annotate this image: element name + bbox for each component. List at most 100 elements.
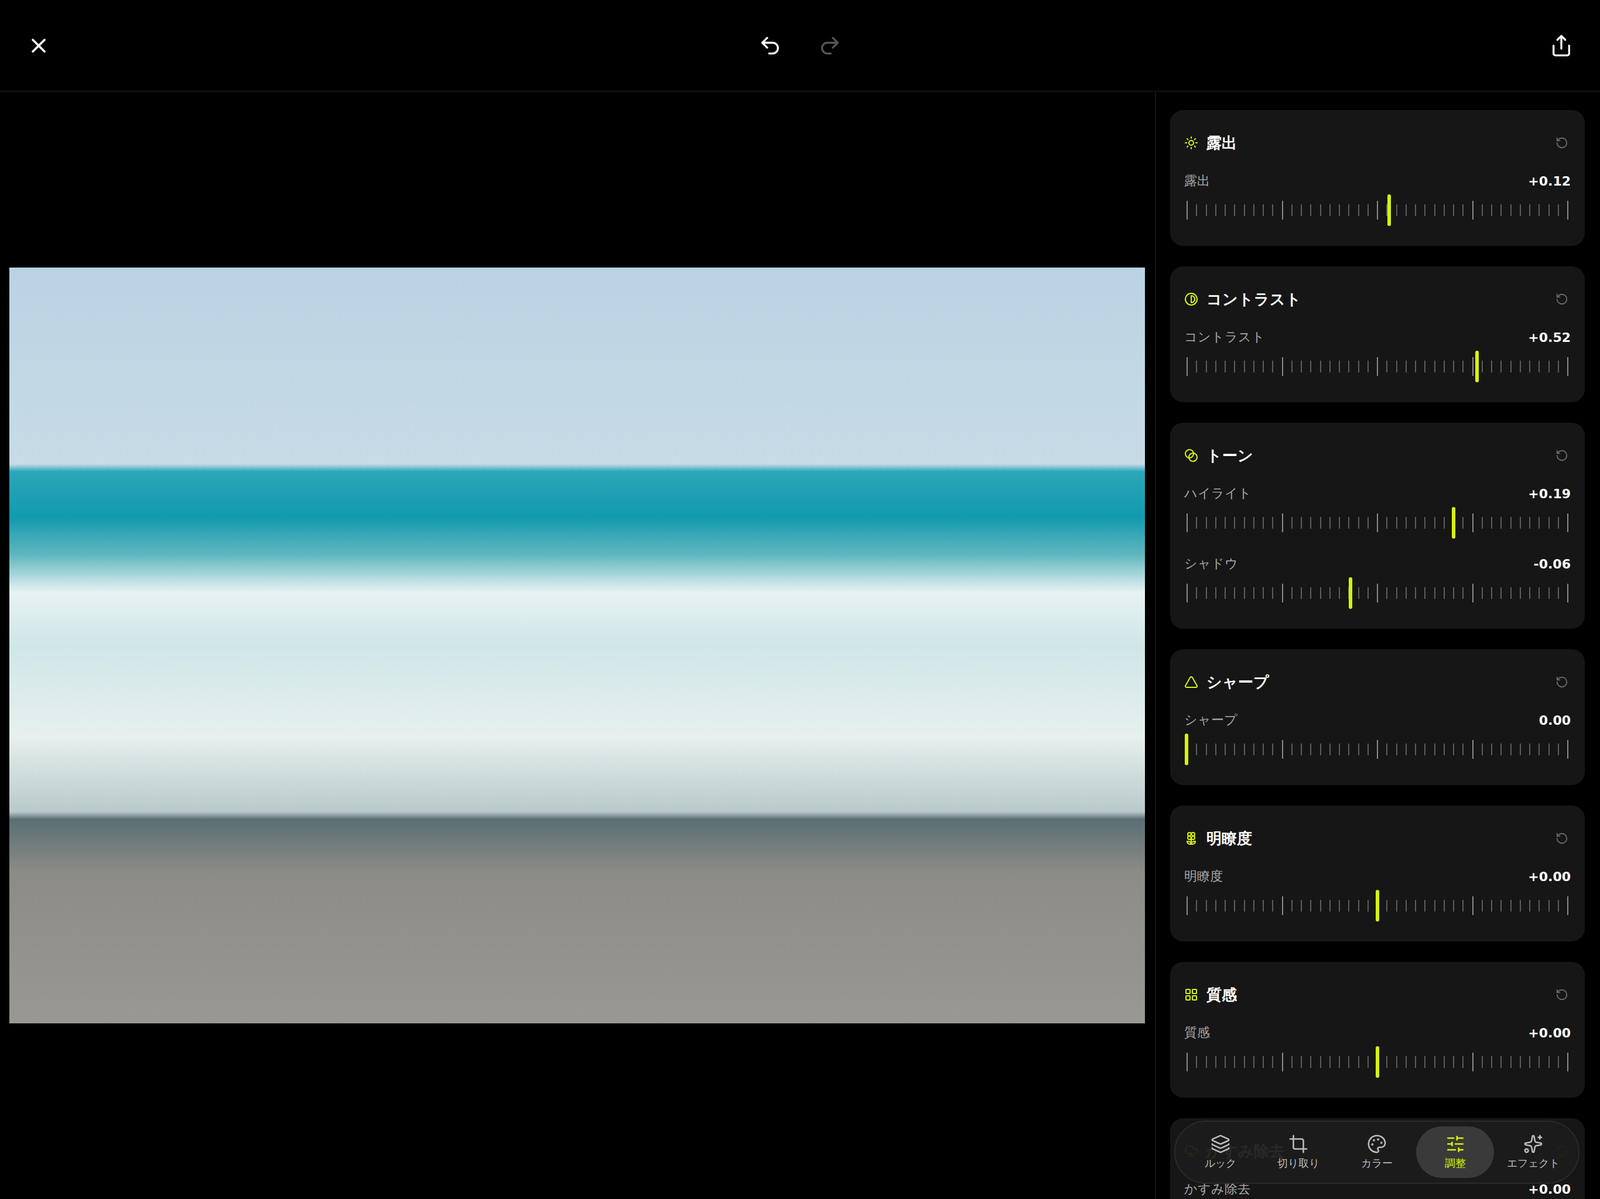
reset-icon xyxy=(1555,988,1569,1002)
tick xyxy=(1386,743,1388,756)
adjust-card: コントラストコントラスト+0.52 xyxy=(1170,266,1585,403)
slider-thumb[interactable] xyxy=(1375,1046,1380,1079)
close-button[interactable] xyxy=(23,30,54,61)
tick xyxy=(1424,743,1426,756)
tick xyxy=(1500,204,1502,217)
slider: コントラスト+0.52 xyxy=(1184,328,1571,383)
tick xyxy=(1320,204,1322,217)
slider-track[interactable] xyxy=(1186,507,1569,539)
tick xyxy=(1215,900,1217,912)
tick xyxy=(1443,900,1445,912)
tick xyxy=(1243,900,1246,912)
reset-button[interactable] xyxy=(1553,829,1571,848)
tick xyxy=(1262,204,1264,217)
tick xyxy=(1567,357,1569,376)
slider-thumb[interactable] xyxy=(1451,507,1456,539)
tick xyxy=(1358,900,1360,912)
tab[interactable]: 切り取り xyxy=(1259,1126,1339,1179)
tick xyxy=(1338,900,1340,912)
tick xyxy=(1510,900,1512,912)
tick xyxy=(1414,360,1417,373)
tick xyxy=(1510,360,1512,373)
tick xyxy=(1300,517,1302,529)
slider-value: +0.00 xyxy=(1527,1026,1571,1041)
tick xyxy=(1529,204,1531,217)
tick xyxy=(1272,204,1274,217)
tick xyxy=(1233,587,1236,600)
tab[interactable]: エフェクト xyxy=(1493,1126,1573,1179)
tab[interactable]: 調整 xyxy=(1416,1126,1495,1179)
tick xyxy=(1281,200,1284,220)
reset-button[interactable] xyxy=(1553,986,1571,1004)
tick xyxy=(1300,1056,1302,1069)
tick xyxy=(1376,740,1379,760)
tick xyxy=(1500,743,1502,756)
tick xyxy=(1281,896,1284,916)
tab[interactable]: カラー xyxy=(1337,1126,1417,1179)
tick xyxy=(1434,360,1436,373)
tick xyxy=(1548,204,1550,217)
card-header: 明瞭度 xyxy=(1184,825,1571,852)
share-button[interactable] xyxy=(1546,30,1577,61)
tick xyxy=(1557,204,1560,217)
slider-label: ハイライト xyxy=(1184,484,1252,503)
tick xyxy=(1281,513,1284,533)
tick xyxy=(1557,517,1560,529)
tick xyxy=(1376,200,1379,220)
reset-button[interactable] xyxy=(1553,446,1571,465)
slider: 露出+0.12 xyxy=(1184,172,1571,227)
tick xyxy=(1491,743,1493,756)
tick xyxy=(1205,900,1208,912)
layers-icon xyxy=(1210,1134,1231,1155)
adjust-card: 露出露出+0.12 xyxy=(1170,110,1585,246)
tick xyxy=(1233,204,1236,217)
tab[interactable]: ルック xyxy=(1181,1126,1260,1179)
tick xyxy=(1567,200,1569,220)
tick xyxy=(1510,587,1512,600)
tick xyxy=(1224,517,1226,529)
slider-thumb[interactable] xyxy=(1184,733,1189,766)
adjust-panel: 露出露出+0.12コントラストコントラスト+0.52トーンハイライト+0.19シ… xyxy=(1154,91,1600,1199)
tick xyxy=(1405,900,1407,912)
slider-track[interactable] xyxy=(1186,350,1569,383)
slider-thumb[interactable] xyxy=(1375,890,1380,922)
slider-track[interactable] xyxy=(1186,577,1569,610)
slider-track[interactable] xyxy=(1186,194,1569,227)
slider-thumb[interactable] xyxy=(1348,577,1353,610)
tick xyxy=(1272,517,1274,529)
tick xyxy=(1358,743,1360,756)
tick xyxy=(1224,204,1226,217)
reset-button[interactable] xyxy=(1553,673,1571,692)
tick xyxy=(1510,743,1512,756)
tick xyxy=(1453,1056,1455,1069)
tick xyxy=(1557,587,1560,600)
tick xyxy=(1310,360,1312,373)
reset-button[interactable] xyxy=(1553,290,1571,309)
slider-thumb[interactable] xyxy=(1475,350,1479,383)
tick xyxy=(1567,896,1569,916)
tone-icon xyxy=(1184,448,1199,463)
slider-track[interactable] xyxy=(1186,1046,1569,1079)
redo-button[interactable] xyxy=(814,30,846,61)
tick xyxy=(1538,743,1540,756)
sliders-icon xyxy=(1445,1134,1466,1155)
tick xyxy=(1472,740,1474,760)
tick xyxy=(1358,204,1360,217)
tick xyxy=(1272,1056,1274,1069)
tick xyxy=(1500,587,1502,600)
tick xyxy=(1414,743,1417,756)
tick xyxy=(1253,204,1255,217)
tick xyxy=(1462,204,1464,217)
close-icon xyxy=(26,33,51,58)
tick xyxy=(1548,517,1550,529)
tick xyxy=(1500,360,1502,373)
slider-track[interactable] xyxy=(1186,733,1569,766)
triangle-icon xyxy=(1184,675,1199,690)
undo-button[interactable] xyxy=(754,30,786,61)
tick xyxy=(1443,517,1445,529)
slider-track[interactable] xyxy=(1186,890,1569,922)
reset-button[interactable] xyxy=(1553,134,1571,152)
tick xyxy=(1300,900,1302,912)
photo xyxy=(9,267,1145,1024)
slider-thumb[interactable] xyxy=(1387,194,1391,227)
